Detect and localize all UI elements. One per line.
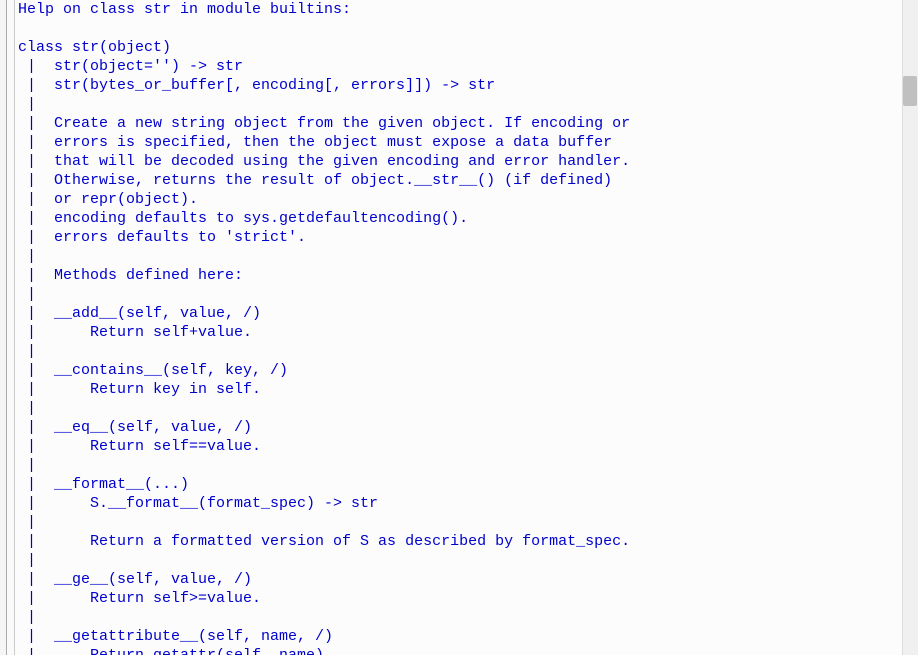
margin-border-inner: [8, 0, 15, 655]
scrollbar-thumb[interactable]: [903, 76, 917, 106]
help-text-content: Help on class str in module builtins: cl…: [18, 0, 900, 655]
margin-border-outer: [0, 0, 7, 655]
vertical-scrollbar[interactable]: [902, 0, 918, 655]
